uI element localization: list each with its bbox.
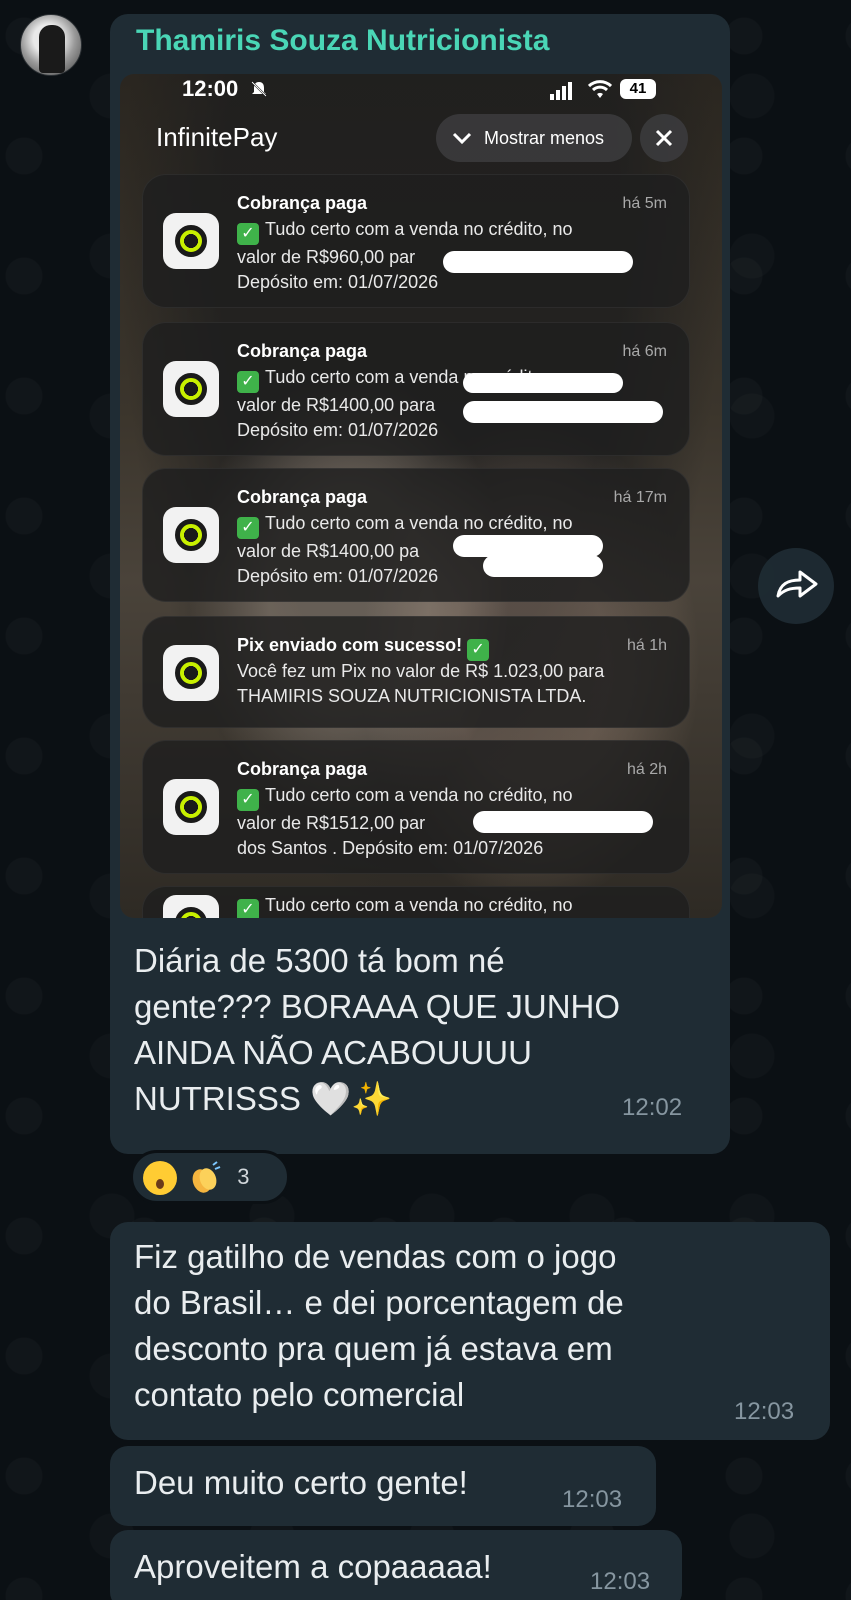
chevron-down-icon <box>452 132 472 145</box>
check-mark-icon: ✓ <box>237 223 259 245</box>
notification-title: Pix enviado com sucesso! ✓ <box>237 635 495 661</box>
notification-title: Cobrança paga <box>237 487 368 507</box>
show-less-button[interactable]: Mostrar menos <box>436 114 632 162</box>
redaction-mark <box>463 401 663 423</box>
message-time: 12:02 <box>622 1094 683 1121</box>
infinitepay-app-icon <box>163 507 219 563</box>
message-reactions[interactable]: 3 <box>130 1150 290 1204</box>
notification-card[interactable]: Pix enviado com sucesso! ✓ há 1h Você fe… <box>142 616 690 728</box>
notification-card[interactable]: ✓ Tudo certo com a venda no crédito, no <box>142 886 690 918</box>
astonished-face-icon <box>143 1161 177 1196</box>
clapping-hands-icon <box>192 1161 221 1193</box>
wifi-icon <box>588 80 612 98</box>
close-icon <box>655 129 673 147</box>
notification-title: Cobrança paga <box>237 341 368 361</box>
battery-indicator: 41 <box>620 79 656 99</box>
infinitepay-app-icon <box>163 361 219 417</box>
check-mark-icon: ✓ <box>467 639 490 661</box>
message-text: Deu muito certo gente! <box>134 1464 468 1501</box>
redaction-mark <box>463 373 623 393</box>
infinitepay-app-icon <box>163 213 219 269</box>
notification-card[interactable]: Cobrança paga há 2h ✓ Tudo certo com a ve… <box>142 740 690 874</box>
check-mark-icon: ✓ <box>237 371 259 393</box>
notification-title: Cobrança paga <box>237 193 368 213</box>
message-time: 12:03 <box>562 1486 623 1513</box>
notification-title: Cobrança paga <box>237 759 368 779</box>
redaction-mark <box>473 811 653 833</box>
sender-name[interactable]: Thamiris Souza Nutricionista <box>136 24 549 58</box>
check-mark-icon: ✓ <box>237 517 259 539</box>
notification-time: há 1h <box>626 637 667 654</box>
message-text: Aproveitem a copaaaaa! <box>134 1548 492 1585</box>
check-mark-icon: ✓ <box>237 789 259 811</box>
signal-icon <box>550 82 572 100</box>
message-text: Fiz gatilho de vendas com o jogo do Bras… <box>134 1238 624 1413</box>
reaction-count: 3 <box>237 1164 250 1189</box>
bell-mute-icon <box>251 81 267 97</box>
notification-card[interactable]: Cobrança paga há 5m ✓ Tudo certo com a ve… <box>142 174 690 308</box>
forward-button[interactable] <box>758 548 834 624</box>
close-notifications-button[interactable] <box>640 114 688 162</box>
attached-screenshot-image[interactable]: 12:00 41 InfinitePay Mostrar menos Cobra… <box>120 74 722 918</box>
status-time: 12:00 <box>182 76 239 101</box>
notification-time: há 2h <box>626 761 667 778</box>
notification-body: ✓ Tudo certo com a venda no crédito, no <box>237 893 667 918</box>
avatar-figure <box>39 25 65 73</box>
infinitepay-app-icon <box>163 645 219 701</box>
notification-card[interactable]: Cobrança paga há 17m ✓ Tudo certo com a v… <box>142 468 690 602</box>
infinitepay-app-icon <box>163 779 219 835</box>
redaction-mark <box>483 555 603 577</box>
sender-avatar[interactable] <box>20 14 82 76</box>
notification-card[interactable]: Cobrança paga há 6m ✓ Tudo certo com a ve… <box>142 322 690 456</box>
redaction-mark <box>443 251 633 273</box>
message-time: 12:03 <box>734 1398 795 1425</box>
message-time: 12:03 <box>590 1568 651 1595</box>
notification-body: ✓ Tudo certo com a venda no crédito, no v… <box>237 513 573 586</box>
notification-time: há 5m <box>622 195 667 212</box>
notification-time: há 17m <box>613 489 667 506</box>
phone-status-bar: 12:00 41 <box>120 74 722 114</box>
redaction-mark <box>453 535 603 557</box>
notification-body: Você fez um Pix no valor de R$ 1.023,00 … <box>237 661 605 706</box>
check-mark-icon: ✓ <box>237 899 259 918</box>
infinitepay-app-icon <box>163 895 219 918</box>
notification-group-title: InfinitePay <box>156 122 278 152</box>
notification-time: há 6m <box>622 343 667 360</box>
show-less-label: Mostrar menos <box>484 128 605 148</box>
forward-icon <box>776 570 818 598</box>
